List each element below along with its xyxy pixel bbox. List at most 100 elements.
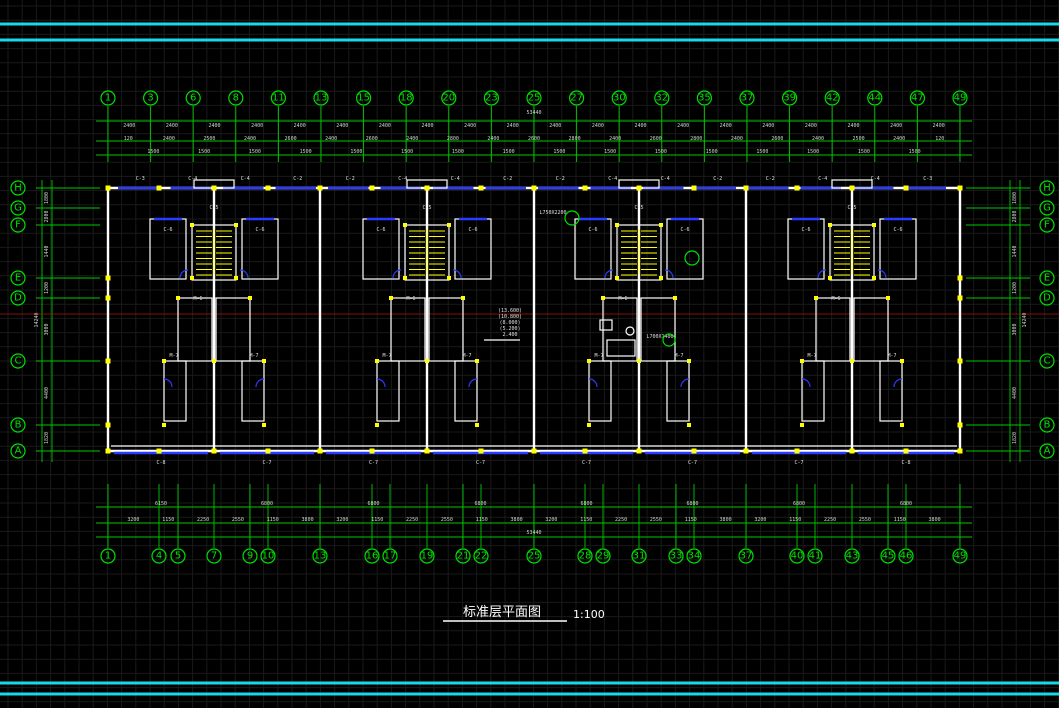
axis-bubble-label: 11: [272, 93, 285, 104]
bottom-axis-40: 40: [789, 548, 805, 564]
axis-bubble-label: 17: [384, 551, 397, 562]
axis-bubble-label: 19: [421, 551, 434, 562]
column: [615, 276, 619, 280]
top-dim-row1-text: 2400: [762, 123, 774, 129]
top-dim-row1-text: 2400: [379, 123, 391, 129]
top-axis-11: 11: [270, 90, 286, 106]
column: [190, 223, 194, 227]
door-tag: M-7: [462, 353, 471, 359]
column: [234, 223, 238, 227]
window-tag-top: C-4: [818, 176, 827, 182]
left-dim-text: 1200: [44, 282, 50, 294]
bottom-dim-row2-text: 3800: [302, 517, 314, 523]
inner-tag: C-6: [163, 227, 172, 233]
column: [659, 223, 663, 227]
top-dim-row3-text: 1500: [249, 149, 261, 155]
column: [849, 448, 855, 454]
column: [317, 185, 323, 191]
column: [265, 185, 271, 191]
axis-bubble-label: B: [15, 420, 22, 431]
top-axis-44: 44: [867, 90, 883, 106]
top-dim-row2-text: 2600: [771, 136, 783, 142]
column: [162, 359, 166, 363]
bottom-dim-row1-text: 6800: [367, 501, 379, 507]
bottom-axis-16: 16: [364, 548, 380, 564]
bottom-dim-row1-text: 6800: [474, 501, 486, 507]
right-dim-text: 3000: [1012, 323, 1018, 335]
axis-bubble-label: B: [1044, 420, 1051, 431]
axis-bubble-label: 15: [357, 93, 370, 104]
section-note: L700X1400: [646, 334, 673, 340]
top-dim-row2-text: 2500: [853, 136, 865, 142]
door-tag: M-7: [674, 353, 683, 359]
inner-tag: C-6: [255, 227, 264, 233]
top-dim-row3-text: 1500: [503, 149, 515, 155]
top-dim-row2-text: 2600: [366, 136, 378, 142]
top-dim-row2-text: 2400: [893, 136, 905, 142]
column: [743, 185, 749, 191]
right-dim-text: 2800: [1012, 210, 1018, 222]
column: [636, 185, 642, 191]
axis-bubble-label: H: [1043, 183, 1051, 194]
bottom-axis-29: 29: [595, 548, 611, 564]
window-tag-top: C-2: [766, 176, 775, 182]
axis-bubble-label: C: [1044, 356, 1051, 367]
axis-bubble-label: 45: [882, 551, 895, 562]
column: [886, 296, 890, 300]
window-tag-bottom: C-7: [369, 460, 378, 466]
window-tag-top: C-4: [451, 176, 460, 182]
column: [105, 185, 111, 191]
axis-bubble-label: D: [1043, 293, 1051, 304]
column: [601, 296, 605, 300]
top-dim-row3-text: 1500: [858, 149, 870, 155]
axis-bubble-label: 25: [528, 551, 541, 562]
axis-bubble-label: 8: [233, 93, 239, 104]
top-dim-row1-text: 2400: [677, 123, 689, 129]
column: [659, 276, 663, 280]
top-dim-row2-text: 2500: [203, 136, 215, 142]
bottom-dim-row2-text: 2250: [615, 517, 627, 523]
axis-bubble-label: 10: [262, 551, 275, 562]
window-tag-top: C-4: [241, 176, 250, 182]
axis-bubble-label: 16: [366, 551, 379, 562]
top-axis-27: 27: [568, 90, 585, 106]
window-tag-bottom: C-7: [582, 460, 591, 466]
column: [156, 185, 162, 191]
column: [531, 185, 537, 191]
column: [531, 448, 537, 454]
top-dim-row3-text: 1500: [452, 149, 464, 155]
axis-bubble-label: A: [15, 446, 22, 457]
right-dim-text: 1440: [1012, 245, 1018, 257]
drawing-scale: 1:100: [573, 608, 605, 621]
inner-tag: C-6: [468, 227, 477, 233]
column: [369, 185, 375, 191]
door-tag: M-6: [831, 296, 840, 302]
axis-bubble-label: 46: [900, 551, 913, 562]
axis-bubble-label: 27: [570, 93, 583, 104]
window-tag-bottom: C-7: [794, 460, 803, 466]
column: [156, 448, 162, 454]
column: [105, 295, 111, 301]
bottom-axis-43: 43: [844, 548, 860, 564]
bottom-dim-row2-text: 2550: [650, 517, 662, 523]
bottom-axis-25: 25: [526, 548, 542, 564]
top-dim-row2-text: 2400: [812, 136, 824, 142]
inner-tag: C-6: [893, 227, 902, 233]
top-overall-dim: 53440: [526, 110, 541, 116]
bottom-axis-49: 49: [952, 548, 968, 564]
top-dim-row3-text: 1500: [198, 149, 210, 155]
top-dim-row3-text: 1500: [553, 149, 565, 155]
bottom-dim-row2-text: 1150: [894, 517, 906, 523]
top-axis-13: 13: [313, 90, 329, 106]
bottom-dim-row2-text: 1150: [371, 517, 383, 523]
inner-tag: C-6: [588, 227, 597, 233]
top-dim-row3-text: 1500: [401, 149, 413, 155]
top-dim-row1-text: 2400: [336, 123, 348, 129]
column: [105, 448, 111, 454]
bottom-dim-row2-text: 3200: [754, 517, 766, 523]
top-dim-row1-text: 2400: [634, 123, 646, 129]
axis-bubble-label: 35: [698, 93, 711, 104]
bottom-axis-34: 34: [686, 548, 702, 564]
axis-bubble-label: C: [15, 356, 22, 367]
window-tag-top: C-4: [661, 176, 670, 182]
